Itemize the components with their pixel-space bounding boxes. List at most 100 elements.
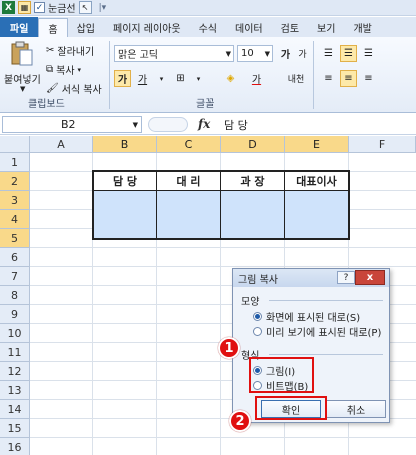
shrink-font-button[interactable]: 가 <box>294 45 311 62</box>
tab-insert[interactable]: 삽입 <box>68 18 104 37</box>
format-bitmap[interactable]: 비트맵(B) <box>253 378 308 393</box>
row-header-12[interactable]: 12 <box>0 362 30 381</box>
align-center-button[interactable]: ≡ <box>340 70 357 87</box>
copy-picture-dialog: 그림 복사 ? x 모양 화면에 표시된 대로(S) 미리 보기에 표시된 대로… <box>232 268 390 423</box>
cursor-icon[interactable]: ↖ <box>78 1 92 14</box>
row-header-9[interactable]: 9 <box>0 305 30 324</box>
format-picture[interactable]: 그림(I) <box>253 363 295 378</box>
excel-logo-icon[interactable]: X <box>2 1 15 14</box>
customize-qat-icon[interactable]: |▾ <box>99 3 107 13</box>
font-size-select[interactable]: 10 ▼ <box>237 45 273 62</box>
underline-dropdown-icon[interactable]: ▾ <box>153 70 170 87</box>
grow-font-button[interactable]: 가 <box>277 45 294 62</box>
column-header-a[interactable]: A <box>30 136 93 153</box>
gridline <box>30 266 416 267</box>
borders-icon: ⊞ <box>176 73 185 84</box>
row-header-6[interactable]: 6 <box>0 248 30 267</box>
clipboard-group-label: 클립보드 <box>28 99 65 110</box>
row-header-10[interactable]: 10 <box>0 324 30 343</box>
align-bottom-button[interactable]: ☰ <box>360 45 377 62</box>
radio-unselected-icon <box>253 381 262 390</box>
borders-button[interactable]: ⊞ <box>172 70 189 87</box>
column-header-b[interactable]: B <box>93 136 157 153</box>
tab-page-layout[interactable]: 페이지 레이아웃 <box>104 18 190 37</box>
gridlines-label: 눈금선 <box>48 4 76 15</box>
row-header-13[interactable]: 13 <box>0 381 30 400</box>
tab-review[interactable]: 검토 <box>272 18 308 37</box>
ok-button[interactable]: 확인 <box>261 400 321 418</box>
paste-icon[interactable] <box>10 41 34 67</box>
name-box[interactable]: B2 ▼ <box>2 116 142 133</box>
align-top-button[interactable]: ☰ <box>320 45 337 62</box>
fill-color-button[interactable]: ◈ <box>222 70 239 87</box>
appearance-as-shown-on-screen[interactable]: 화면에 표시된 대로(S) <box>253 309 360 324</box>
signature-cell[interactable] <box>93 190 157 239</box>
row-header-15[interactable]: 15 <box>0 419 30 438</box>
signature-cell[interactable] <box>284 190 349 239</box>
format-painter-button[interactable]: 🖌 서식 복사 <box>46 81 102 96</box>
tab-view[interactable]: 보기 <box>308 18 344 37</box>
insert-function-icon[interactable]: fx <box>198 117 210 131</box>
align-middle-button[interactable]: ☰ <box>340 45 357 62</box>
formula-input[interactable]: 담 당 <box>224 117 248 133</box>
tab-file[interactable]: 파일 <box>0 17 39 37</box>
row-header-2[interactable]: 2 <box>0 172 30 191</box>
table-header-cell[interactable]: 과 장 <box>220 171 285 191</box>
font-group-label: 글꼴 <box>196 99 215 110</box>
tab-developer[interactable]: 개발 <box>344 18 380 37</box>
align-left-button[interactable]: ≡ <box>320 70 337 87</box>
group-divider <box>109 41 110 109</box>
row-header-3[interactable]: 3 <box>0 191 30 210</box>
column-header-d[interactable]: D <box>221 136 285 153</box>
column-header-f[interactable]: F <box>349 136 416 153</box>
row-header-4[interactable]: 4 <box>0 210 30 229</box>
underline-button[interactable]: 가 <box>134 70 151 87</box>
font-name-select[interactable]: 맑은 고딕 ▼ <box>114 45 234 62</box>
signature-cell[interactable] <box>220 190 285 239</box>
signature-cell[interactable] <box>156 190 221 239</box>
appearance-group-label: 모양 <box>241 297 260 308</box>
tab-home[interactable]: 홈 <box>38 18 68 37</box>
copy-dropdown-icon[interactable]: ▾ <box>78 66 82 74</box>
tab-data[interactable]: 데이터 <box>226 18 272 37</box>
row-header-7[interactable]: 7 <box>0 267 30 286</box>
cancel-button[interactable]: 취소 <box>326 400 386 418</box>
select-all-corner[interactable] <box>0 136 30 153</box>
shrink-font-label: 가 <box>298 50 307 60</box>
copy-label: 복사 <box>56 66 75 77</box>
table-header-cell[interactable]: 대 리 <box>156 171 221 191</box>
row-header-8[interactable]: 8 <box>0 286 30 305</box>
row-header-16[interactable]: 16 <box>0 438 30 455</box>
paste-button[interactable]: 붙여넣기 <box>4 71 41 86</box>
tab-formulas[interactable]: 수식 <box>190 18 226 37</box>
gridlines-toggle-icon[interactable]: ▦ <box>18 1 31 14</box>
radio-label: 비트맵(B) <box>266 382 309 393</box>
row-header-11[interactable]: 11 <box>0 343 30 362</box>
paste-dropdown-icon[interactable]: ▼ <box>20 85 25 93</box>
align-left-icon: ≡ <box>324 73 333 84</box>
formula-bar-handle[interactable] <box>148 117 188 132</box>
close-button[interactable]: x <box>355 270 385 285</box>
borders-dropdown-icon[interactable]: ▾ <box>190 70 207 87</box>
appearance-as-shown-when-printed[interactable]: 미리 보기에 표시된 대로(P) <box>253 324 381 339</box>
radio-label: 화면에 표시된 대로(S) <box>266 313 361 324</box>
copy-button[interactable]: ⧉ 복사 ▾ <box>46 62 81 77</box>
group-divider <box>313 41 314 109</box>
bold-label: 가 <box>117 75 128 86</box>
font-color-button[interactable]: 가 <box>248 70 265 87</box>
align-right-button[interactable]: ≡ <box>360 70 377 87</box>
table-header-cell[interactable]: 담 당 <box>93 171 157 191</box>
row-header-1[interactable]: 1 <box>0 153 30 172</box>
row-header-5[interactable]: 5 <box>0 229 30 248</box>
scissors-icon: ✂ <box>46 45 55 56</box>
bold-button[interactable]: 가 <box>114 70 131 87</box>
table-header-cell[interactable]: 대표이사 <box>284 171 349 191</box>
gridlines-checkbox[interactable]: ✓ <box>34 2 45 13</box>
cut-button[interactable]: ✂ 잘라내기 <box>46 43 94 58</box>
phonetic-button[interactable]: 내천 <box>285 70 307 87</box>
help-button[interactable]: ? <box>337 271 355 284</box>
step-2-marker: 2 <box>229 410 251 432</box>
column-header-c[interactable]: C <box>157 136 221 153</box>
row-header-14[interactable]: 14 <box>0 400 30 419</box>
column-header-e[interactable]: E <box>285 136 349 153</box>
